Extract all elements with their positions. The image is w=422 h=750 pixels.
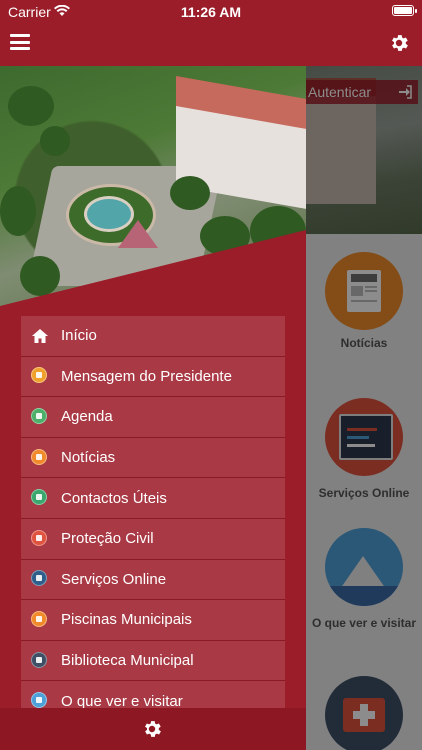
- newspaper-icon: [31, 448, 49, 467]
- menu-item-agenda[interactable]: Agenda: [21, 397, 285, 438]
- browser-icon: [31, 570, 49, 588]
- library-icon: [31, 651, 49, 670]
- menu-item-president-message[interactable]: Mensagem do Presidente: [21, 356, 285, 398]
- phone-icon: [31, 489, 49, 507]
- home-icon: [31, 327, 49, 345]
- calendar-icon: [31, 407, 49, 426]
- shield-icon: [31, 529, 49, 548]
- gear-icon[interactable]: [141, 718, 163, 740]
- drawer-menu: Início Mensagem do Presidente Agenda Not…: [21, 316, 285, 722]
- menu-item-label: Piscinas Municipais: [61, 611, 192, 629]
- status-time: 11:26 AM: [180, 4, 242, 20]
- menu-item-municipal-pools[interactable]: Piscinas Municipais: [21, 600, 285, 641]
- menu-item-label: Biblioteca Municipal: [61, 652, 194, 670]
- menu-item-civil-protection[interactable]: Proteção Civil: [21, 518, 285, 560]
- drawer-header-photo: [0, 66, 306, 306]
- drawer-footer: [0, 708, 306, 750]
- battery-icon: [392, 5, 417, 16]
- top-navigation-bar: [0, 24, 422, 66]
- menu-item-label: Proteção Civil: [61, 530, 154, 548]
- menu-item-online-services[interactable]: Serviços Online: [21, 559, 285, 601]
- menu-item-label: Início: [61, 327, 97, 345]
- hamburger-icon[interactable]: [10, 34, 30, 50]
- message-icon: [31, 367, 49, 385]
- status-bar: Carrier 11:26 AM: [0, 0, 422, 24]
- side-drawer: Início Mensagem do Presidente Agenda Not…: [0, 66, 306, 750]
- pool-icon: [31, 610, 49, 629]
- menu-item-label: Contactos Úteis: [61, 489, 167, 507]
- dim-overlay[interactable]: [306, 66, 422, 750]
- menu-item-news[interactable]: Notícias: [21, 437, 285, 479]
- menu-item-label: Serviços Online: [61, 570, 167, 588]
- menu-item-home[interactable]: Início: [21, 316, 285, 357]
- menu-item-label: Agenda: [61, 408, 113, 426]
- menu-item-useful-contacts[interactable]: Contactos Úteis: [21, 478, 285, 519]
- menu-item-label: Mensagem do Presidente: [61, 367, 232, 385]
- menu-item-label: Notícias: [61, 449, 116, 467]
- gear-icon[interactable]: [388, 32, 410, 54]
- menu-item-municipal-library[interactable]: Biblioteca Municipal: [21, 640, 285, 682]
